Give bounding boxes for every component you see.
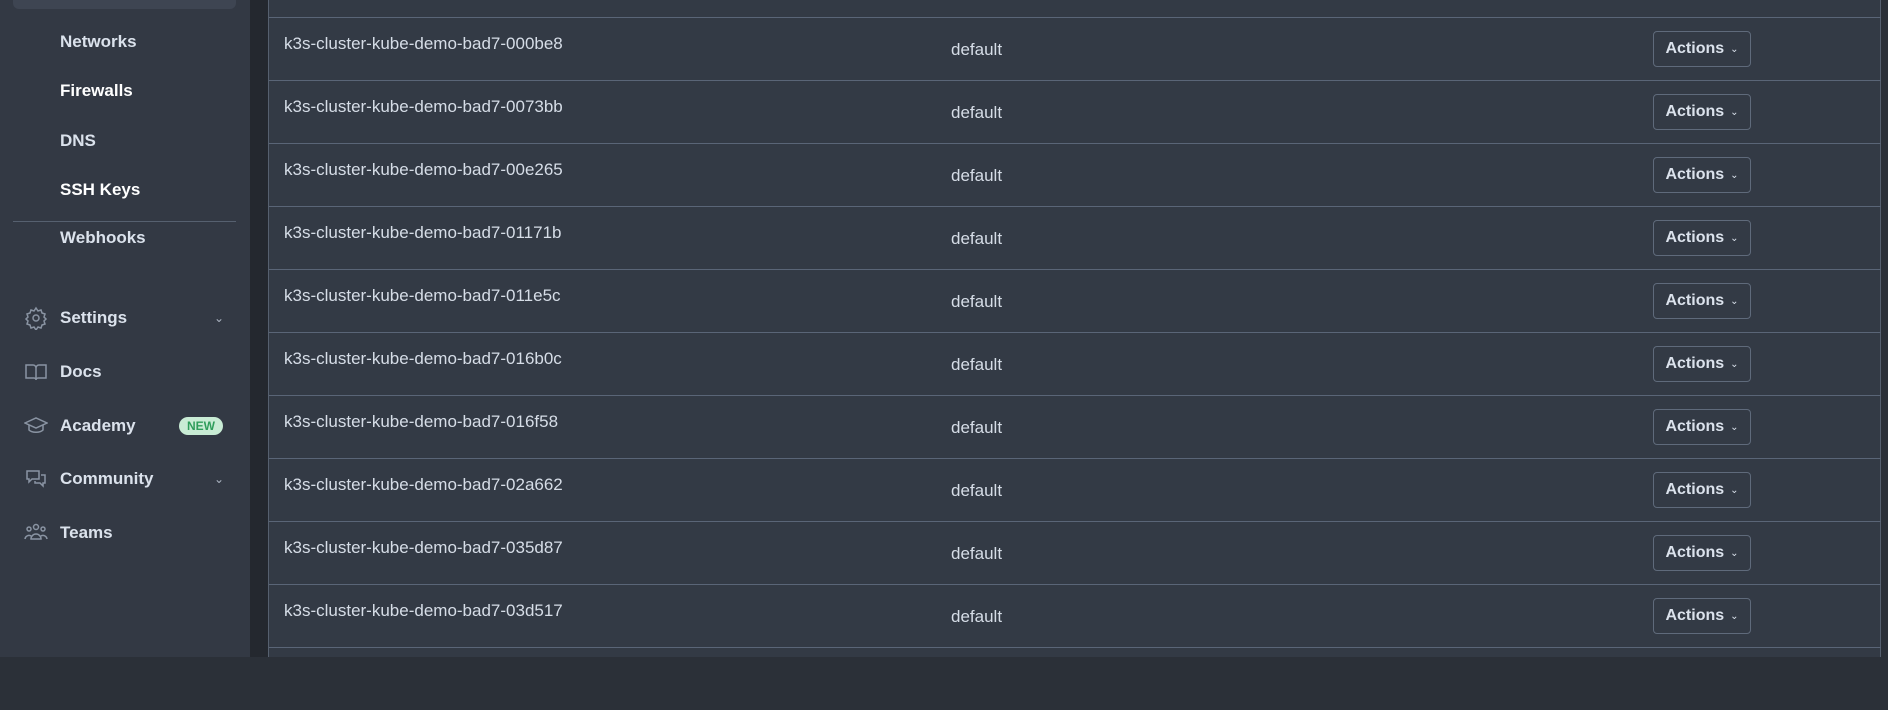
actions-button[interactable]: Actions ⌄ xyxy=(1653,157,1751,193)
sidebar-divider xyxy=(13,221,236,222)
sidebar-item-settings[interactable]: Settings ⌄ xyxy=(0,298,250,338)
table-row: k3s-cluster-kube-demo-bad7-000be8 defaul… xyxy=(269,17,1881,80)
actions-label: Actions xyxy=(1665,544,1725,561)
row-name: k3s-cluster-kube-demo-bad7-03d517 xyxy=(284,601,563,620)
row-namespace: default xyxy=(951,544,1003,563)
book-icon xyxy=(25,364,47,381)
actions-label: Actions xyxy=(1665,40,1725,57)
table-row-divider xyxy=(269,647,1881,710)
sidebar-item-docs[interactable]: Docs xyxy=(0,352,250,392)
docs-label: Docs xyxy=(60,362,102,381)
team-icon xyxy=(24,523,48,540)
actions-button[interactable]: Actions ⌄ xyxy=(1653,283,1751,319)
chevron-down-icon: ⌄ xyxy=(1730,232,1739,244)
chevron-down-icon: ⌄ xyxy=(1730,358,1739,370)
actions-button[interactable]: Actions ⌄ xyxy=(1653,31,1751,67)
row-namespace: default xyxy=(951,481,1003,500)
chevron-down-icon: ⌄ xyxy=(214,311,225,325)
actions-label: Actions xyxy=(1665,607,1725,624)
row-namespace: default xyxy=(951,355,1003,374)
sidebar-gutter xyxy=(250,0,268,657)
row-namespace: default xyxy=(951,292,1003,311)
graduation-cap-icon xyxy=(24,417,48,433)
row-namespace: default xyxy=(951,229,1003,248)
chevron-down-icon: ⌄ xyxy=(1730,169,1739,181)
actions-label: Actions xyxy=(1665,166,1725,183)
actions-button[interactable]: Actions ⌄ xyxy=(1653,535,1751,571)
chevron-down-icon: ⌄ xyxy=(1730,421,1739,433)
academy-label: Academy xyxy=(60,416,136,435)
community-label: Community xyxy=(60,469,154,488)
table-row: k3s-cluster-kube-demo-bad7-02a662 defaul… xyxy=(269,458,1881,521)
actions-label: Actions xyxy=(1665,418,1725,435)
row-name: k3s-cluster-kube-demo-bad7-000be8 xyxy=(284,34,563,53)
actions-label: Actions xyxy=(1665,355,1725,372)
actions-label: Actions xyxy=(1665,103,1725,120)
table-row: k3s-cluster-kube-demo-bad7-01171b defaul… xyxy=(269,206,1881,269)
table-row: k3s-cluster-kube-demo-bad7-00e265 defaul… xyxy=(269,143,1881,206)
row-namespace: default xyxy=(951,607,1003,626)
chevron-down-icon: ⌄ xyxy=(1730,106,1739,118)
table-row: k3s-cluster-kube-demo-bad7-011e5c defaul… xyxy=(269,269,1881,332)
table-row: k3s-cluster-kube-demo-bad7-0073bb defaul… xyxy=(269,80,1881,143)
teams-label: Teams xyxy=(60,523,113,542)
sidebar-item-academy[interactable]: Academy NEW xyxy=(0,406,250,446)
row-namespace: default xyxy=(951,40,1003,59)
actions-label: Actions xyxy=(1665,292,1725,309)
table-row: k3s-cluster-kube-demo-bad7-016b0c defaul… xyxy=(269,332,1881,395)
chevron-down-icon: ⌄ xyxy=(1730,43,1739,55)
chevron-down-icon: ⌄ xyxy=(1730,610,1739,622)
sidebar-item-teams[interactable]: Teams xyxy=(0,513,250,553)
row-name: k3s-cluster-kube-demo-bad7-01171b xyxy=(284,223,562,242)
chevron-down-icon: ⌄ xyxy=(1730,295,1739,307)
settings-label: Settings xyxy=(60,308,128,327)
row-name: k3s-cluster-kube-demo-bad7-0073bb xyxy=(284,97,563,116)
sidebar-selected-item[interactable] xyxy=(13,0,236,9)
row-name: k3s-cluster-kube-demo-bad7-00e265 xyxy=(284,160,563,179)
actions-button[interactable]: Actions ⌄ xyxy=(1653,346,1751,382)
sidebar-item-dns[interactable]: DNS xyxy=(60,131,96,151)
row-name: k3s-cluster-kube-demo-bad7-016f58 xyxy=(284,412,559,431)
row-name: k3s-cluster-kube-demo-bad7-02a662 xyxy=(284,475,563,494)
actions-label: Actions xyxy=(1665,229,1725,246)
row-name: k3s-cluster-kube-demo-bad7-011e5c xyxy=(284,286,561,305)
sidebar-item-ssh-keys[interactable]: SSH Keys xyxy=(60,180,140,200)
row-name: k3s-cluster-kube-demo-bad7-016b0c xyxy=(284,349,562,368)
row-namespace: default xyxy=(951,418,1003,437)
sidebar-item-community[interactable]: Community ⌄ xyxy=(0,459,250,499)
actions-button[interactable]: Actions ⌄ xyxy=(1653,598,1751,634)
actions-button[interactable]: Actions ⌄ xyxy=(1653,409,1751,445)
sidebar-item-networks[interactable]: Networks xyxy=(60,32,137,52)
table-row: k3s-cluster-kube-demo-bad7-03d517 defaul… xyxy=(269,584,1881,647)
actions-button[interactable]: Actions ⌄ xyxy=(1653,472,1751,508)
table-row: k3s-cluster-kube-demo-bad7-016f58 defaul… xyxy=(269,395,1881,458)
actions-button[interactable]: Actions ⌄ xyxy=(1653,94,1751,130)
row-namespace: default xyxy=(951,103,1003,122)
chat-bubbles-icon xyxy=(26,470,46,488)
sidebar: Networks Firewalls DNS SSH Keys Webhooks… xyxy=(0,0,250,657)
resources-table: k3s-cluster-kube-demo-bad7-000be8 defaul… xyxy=(268,0,1881,657)
chevron-down-icon: ⌄ xyxy=(214,472,225,486)
sidebar-item-webhooks[interactable]: Webhooks xyxy=(60,228,146,248)
table-row: k3s-cluster-kube-demo-bad7-035d87 defaul… xyxy=(269,521,1881,584)
row-name: k3s-cluster-kube-demo-bad7-035d87 xyxy=(284,538,563,557)
chevron-down-icon: ⌄ xyxy=(1730,484,1739,496)
sidebar-item-firewalls[interactable]: Firewalls xyxy=(60,81,133,101)
gear-icon xyxy=(24,306,48,330)
row-namespace: default xyxy=(951,166,1003,185)
chevron-down-icon: ⌄ xyxy=(1730,547,1739,559)
actions-label: Actions xyxy=(1665,481,1725,498)
actions-button[interactable]: Actions ⌄ xyxy=(1653,220,1751,256)
new-badge: NEW xyxy=(179,417,223,435)
